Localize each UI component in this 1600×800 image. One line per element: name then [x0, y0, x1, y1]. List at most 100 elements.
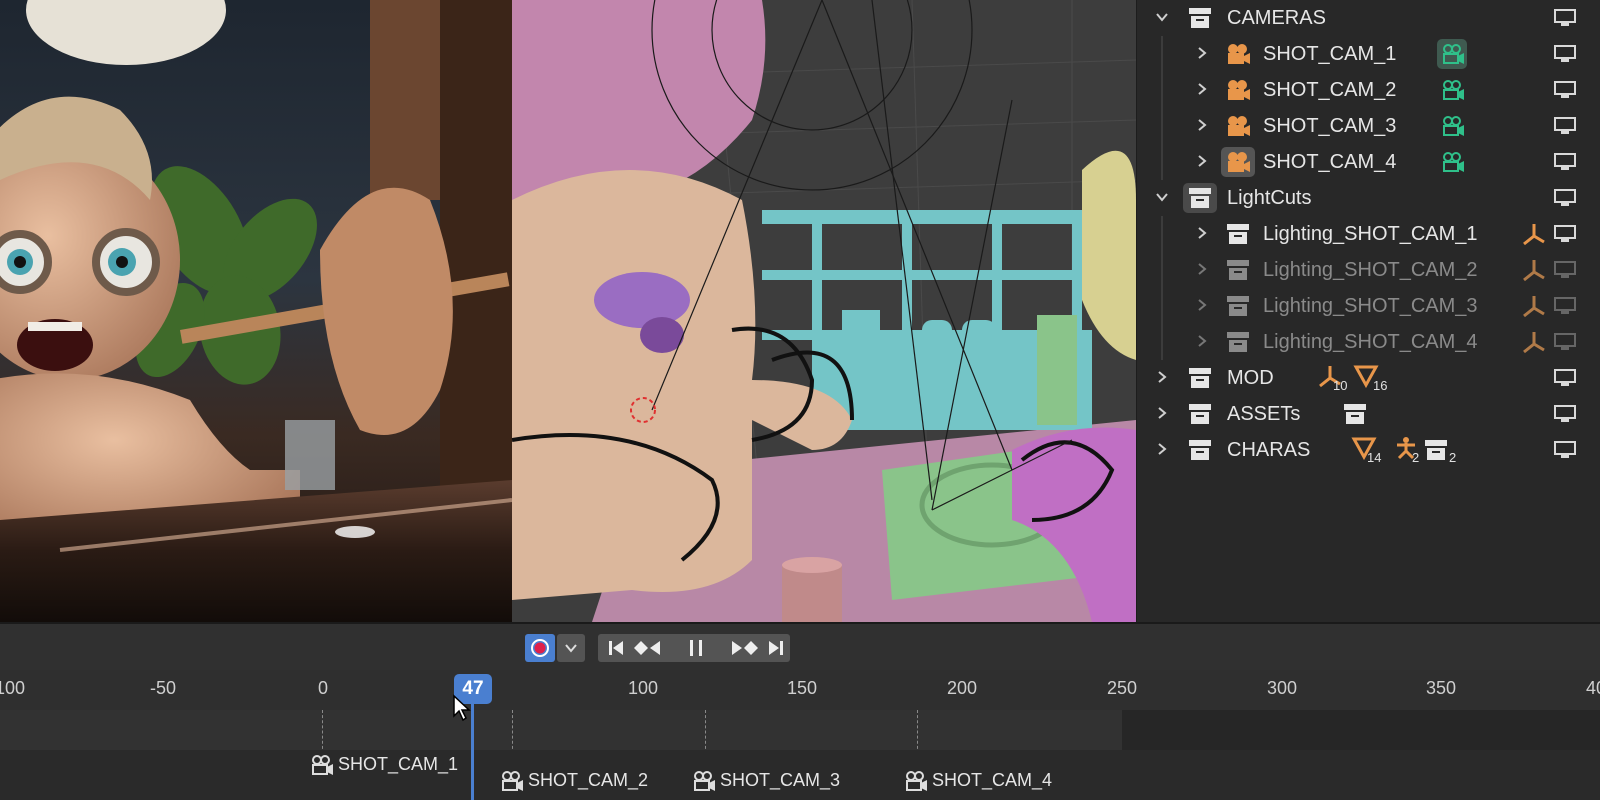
- chevron-down-icon[interactable]: [1155, 190, 1169, 204]
- camera-label: SHOT_CAM_4: [1263, 151, 1397, 173]
- keying-dropdown-button[interactable]: [557, 634, 585, 662]
- chevron-right-icon[interactable]: [1155, 442, 1169, 456]
- outliner-item-lighting-4[interactable]: Lighting_SHOT_CAM_4: [1137, 324, 1600, 360]
- monitor-icon[interactable]: [1554, 369, 1576, 387]
- monitor-off-icon[interactable]: [1554, 333, 1576, 351]
- monitor-icon[interactable]: [1554, 117, 1576, 135]
- ruler-tick: 100: [627, 678, 659, 698]
- monitor-off-icon[interactable]: [1554, 297, 1576, 315]
- lighting-label: Lighting_SHOT_CAM_1: [1263, 223, 1478, 245]
- outliner-item-shot-cam-1[interactable]: SHOT_CAM_1: [1137, 36, 1600, 72]
- mesh-count: 14: [1367, 450, 1382, 465]
- chevron-right-icon[interactable]: [1195, 298, 1209, 312]
- jump-to-next-keyframe-icon[interactable]: [728, 634, 762, 662]
- chevron-down-icon[interactable]: [1155, 10, 1169, 24]
- monitor-icon[interactable]: [1554, 9, 1576, 27]
- outliner-item-shot-cam-3[interactable]: SHOT_CAM_3: [1137, 108, 1600, 144]
- auto-keying-button[interactable]: [525, 634, 555, 662]
- armature-count: 2: [1412, 450, 1420, 465]
- camera-data-icon[interactable]: [1440, 79, 1466, 101]
- collection-label: LightCuts: [1227, 187, 1312, 209]
- collection-label: CAMERAS: [1227, 7, 1326, 29]
- chevron-right-icon[interactable]: [1195, 334, 1209, 348]
- camera-marker-icon: [906, 771, 927, 792]
- ruler-tick: 350: [1425, 678, 1457, 698]
- monitor-icon[interactable]: [1554, 45, 1576, 63]
- chevron-right-icon[interactable]: [1195, 82, 1209, 96]
- outliner-item-lighting-1[interactable]: Lighting_SHOT_CAM_1: [1137, 216, 1600, 252]
- outliner-item-lighting-3[interactable]: Lighting_SHOT_CAM_3: [1137, 288, 1600, 324]
- playback-controls-bar: [0, 622, 1600, 670]
- collection-icon: [1189, 368, 1211, 388]
- empty-axes-icon: [1523, 224, 1545, 246]
- frame-ruler[interactable]: 100 -50 0 100 150 200 250 300 350 40: [0, 670, 1600, 710]
- collection-row-assets[interactable]: ASSETs: [1137, 396, 1600, 432]
- collection-icon: [1189, 8, 1211, 28]
- chevron-down-icon: [565, 644, 577, 653]
- monitor-off-icon[interactable]: [1554, 261, 1576, 279]
- chevron-right-icon[interactable]: [1155, 406, 1169, 420]
- chevron-right-icon[interactable]: [1195, 262, 1209, 276]
- outliner-item-shot-cam-2[interactable]: SHOT_CAM_2: [1137, 72, 1600, 108]
- chevron-right-icon[interactable]: [1195, 226, 1209, 240]
- collection-icon: [1227, 224, 1249, 244]
- camera-label: SHOT_CAM_3: [1263, 115, 1397, 137]
- empty-axes-icon: [1523, 296, 1545, 318]
- monitor-icon[interactable]: [1554, 189, 1576, 207]
- ruler-tick: -50: [149, 678, 177, 698]
- monitor-icon[interactable]: [1554, 405, 1576, 423]
- camera-object-icon: [1228, 80, 1250, 100]
- jump-to-start-icon[interactable]: [602, 634, 630, 662]
- collection-icon: [1227, 260, 1249, 280]
- camera-data-icon[interactable]: [1440, 43, 1466, 65]
- jump-to-prev-keyframe-icon[interactable]: [630, 634, 664, 662]
- camera-object-icon: [1228, 44, 1250, 64]
- collection-row-lightcuts[interactable]: LightCuts: [1137, 180, 1600, 216]
- ruler-tick: 300: [1266, 678, 1298, 698]
- outliner-panel[interactable]: CAMERAS SHOT_CAM_1 SHOT_CAM_2 SHOT_CAM_3…: [1137, 0, 1600, 622]
- collection-icon: [1189, 440, 1211, 460]
- collection-label: MOD: [1227, 367, 1274, 389]
- collection-count: 2: [1449, 450, 1457, 465]
- lighting-label: Lighting_SHOT_CAM_2: [1263, 259, 1478, 281]
- timeline-editor[interactable]: 100 -50 0 100 150 200 250 300 350 40 SHO…: [0, 622, 1600, 800]
- camera-data-icon[interactable]: [1440, 151, 1466, 173]
- monitor-icon[interactable]: [1554, 81, 1576, 99]
- chevron-right-icon[interactable]: [1195, 118, 1209, 132]
- timeline-marker-shot-cam-3[interactable]: SHOT_CAM_3: [692, 770, 840, 792]
- render-viewport[interactable]: [0, 0, 512, 622]
- monitor-icon[interactable]: [1554, 225, 1576, 243]
- hierarchy-line: [1161, 36, 1163, 180]
- keyframe-track[interactable]: [0, 710, 1600, 790]
- monitor-icon[interactable]: [1554, 153, 1576, 171]
- empty-count: 10: [1333, 378, 1348, 393]
- timeline-marker-shot-cam-1[interactable]: SHOT_CAM_1: [310, 754, 458, 776]
- chevron-right-icon[interactable]: [1195, 154, 1209, 168]
- monitor-icon[interactable]: [1554, 441, 1576, 459]
- camera-data-icon[interactable]: [1440, 115, 1466, 137]
- collection-row-mod[interactable]: MOD 10 16: [1137, 360, 1600, 396]
- collection-label: ASSETs: [1227, 403, 1301, 425]
- frame-range: [0, 710, 1122, 750]
- chevron-right-icon[interactable]: [1195, 46, 1209, 60]
- outliner-item-shot-cam-4[interactable]: SHOT_CAM_4: [1137, 144, 1600, 180]
- collection-row-charas[interactable]: CHARAS 14 2 2: [1137, 432, 1600, 468]
- collection-icon: [1227, 332, 1249, 352]
- camera-marker-icon: [312, 755, 333, 776]
- marker-row[interactable]: SHOT_CAM_1 SHOT_CAM_2 SHOT_CAM_3 SHOT_CA…: [0, 750, 1600, 800]
- camera-label: SHOT_CAM_1: [1263, 43, 1397, 65]
- ruler-tick: 200: [946, 678, 978, 698]
- solid-viewport[interactable]: [512, 0, 1136, 622]
- pause-icon[interactable]: [682, 634, 710, 662]
- ruler-tick: 100: [0, 678, 26, 698]
- collection-icon: [1227, 296, 1249, 316]
- timeline-marker-shot-cam-4[interactable]: SHOT_CAM_4: [904, 770, 1052, 792]
- jump-to-end-icon[interactable]: [762, 634, 790, 662]
- lighting-label: Lighting_SHOT_CAM_3: [1263, 295, 1478, 317]
- collection-row-cameras[interactable]: CAMERAS: [1137, 0, 1600, 36]
- outliner-item-lighting-2[interactable]: Lighting_SHOT_CAM_2: [1137, 252, 1600, 288]
- render-scene: [0, 0, 512, 622]
- collection-icon: [1189, 188, 1211, 208]
- timeline-marker-shot-cam-2[interactable]: SHOT_CAM_2: [500, 770, 648, 792]
- chevron-right-icon[interactable]: [1155, 370, 1169, 384]
